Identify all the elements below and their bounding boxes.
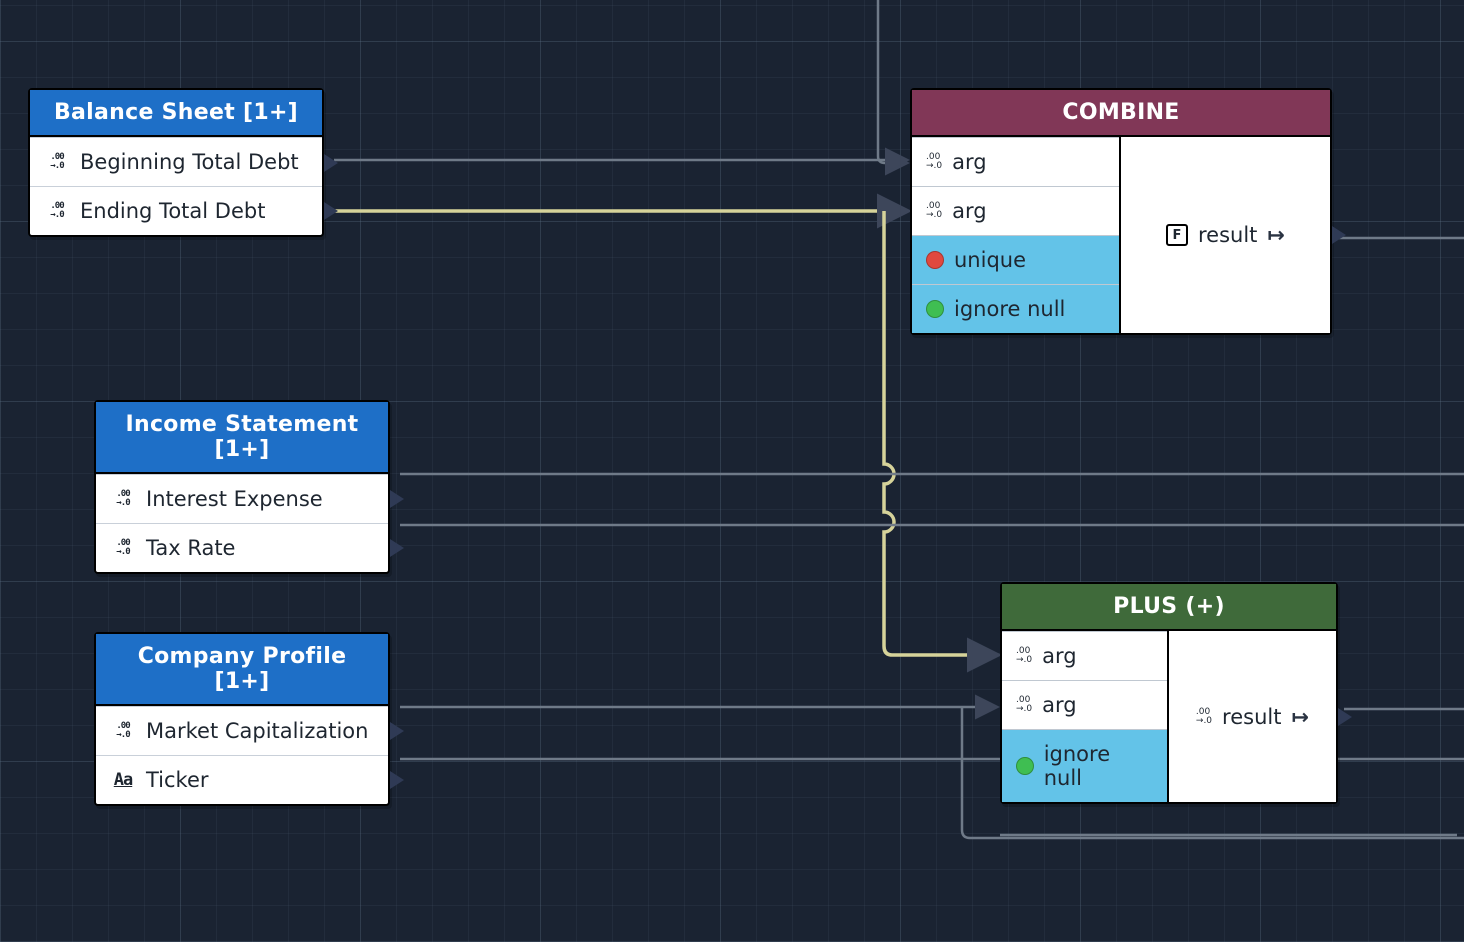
arg-label: arg [1042,644,1076,668]
result-label: result [1198,223,1257,247]
field-label: Market Capitalization [146,719,368,743]
number-array-icon: .00→.0 [44,202,70,220]
field-label: Ending Total Debt [80,199,265,223]
node-header[interactable]: Income Statement [1+] [96,402,388,474]
param-label: ignore null [1044,742,1153,790]
output-port-icon[interactable] [390,722,404,740]
node-header[interactable]: COMBINE [912,90,1330,137]
map-arrow-icon: ↦ [1291,705,1309,729]
number-array-icon: .00→.0 [110,490,136,508]
number-array-icon: .00→.0 [1016,696,1032,714]
node-header[interactable]: Company Profile [1+] [96,634,388,706]
number-array-icon: .00→.0 [110,722,136,740]
output-port-icon[interactable] [390,539,404,557]
output-port-icon[interactable] [390,490,404,508]
field-row[interactable]: Aa Ticker [96,755,388,804]
dot-red-icon [926,251,944,269]
output-port-icon[interactable] [1332,226,1346,244]
node-output-column[interactable]: F result ↦ [1121,137,1330,333]
dot-green-icon [926,300,944,318]
number-array-icon: .00→.0 [926,153,942,171]
node-inputs-column: .00→.0 arg .00→.0 arg ignore null [1002,631,1169,802]
text-type-icon: Aa [110,770,136,790]
field-label: Interest Expense [146,487,323,511]
field-row[interactable]: .00→.0 Ending Total Debt [30,186,322,235]
arg-row[interactable]: .00→.0 arg [1002,631,1167,680]
param-row[interactable]: ignore null [912,284,1119,333]
map-arrow-icon: ↦ [1267,223,1285,247]
field-row[interactable]: .00→.0 Interest Expense [96,474,388,523]
node-header[interactable]: PLUS (+) [1002,584,1336,631]
field-label: Tax Rate [146,536,235,560]
arg-label: arg [952,199,986,223]
node-company-profile[interactable]: Company Profile [1+] .00→.0 Market Capit… [94,632,390,806]
number-array-icon: .00→.0 [1016,647,1032,665]
node-income-statement[interactable]: Income Statement [1+] .00→.0 Interest Ex… [94,400,390,574]
number-array-icon: .00→.0 [44,153,70,171]
output-port-icon[interactable] [390,771,404,789]
frame-type-icon: F [1166,224,1188,246]
result-label: result [1222,705,1281,729]
dot-green-icon [1016,757,1034,775]
number-array-icon: .00→.0 [110,539,136,557]
arg-label: arg [952,150,986,174]
node-header[interactable]: Balance Sheet [1+] [30,90,322,137]
field-row[interactable]: .00→.0 Market Capitalization [96,706,388,755]
node-plus[interactable]: PLUS (+) .00→.0 arg .00→.0 arg ignore nu… [1000,582,1338,804]
arg-row[interactable]: .00→.0 arg [1002,680,1167,729]
output-port-icon[interactable] [324,154,338,172]
output-port-icon[interactable] [324,202,338,220]
field-label: Ticker [146,768,209,792]
node-combine[interactable]: COMBINE .00→.0 arg .00→.0 arg unique ign… [910,88,1332,335]
number-array-icon: .00→.0 [926,202,942,220]
field-row[interactable]: .00→.0 Beginning Total Debt [30,137,322,186]
field-label: Beginning Total Debt [80,150,299,174]
number-array-icon: .00→.0 [1196,708,1212,726]
arg-row[interactable]: .00→.0 arg [912,137,1119,186]
node-balance-sheet[interactable]: Balance Sheet [1+] .00→.0 Beginning Tota… [28,88,324,237]
node-inputs-column: .00→.0 arg .00→.0 arg unique ignore null [912,137,1121,333]
node-output-column[interactable]: .00→.0 result ↦ [1169,631,1336,802]
param-row[interactable]: unique [912,235,1119,284]
arg-label: arg [1042,693,1076,717]
field-row[interactable]: .00→.0 Tax Rate [96,523,388,572]
arg-row[interactable]: .00→.0 arg [912,186,1119,235]
param-row[interactable]: ignore null [1002,729,1167,802]
param-label: ignore null [954,297,1065,321]
output-port-icon[interactable] [1338,708,1352,726]
param-label: unique [954,248,1026,272]
